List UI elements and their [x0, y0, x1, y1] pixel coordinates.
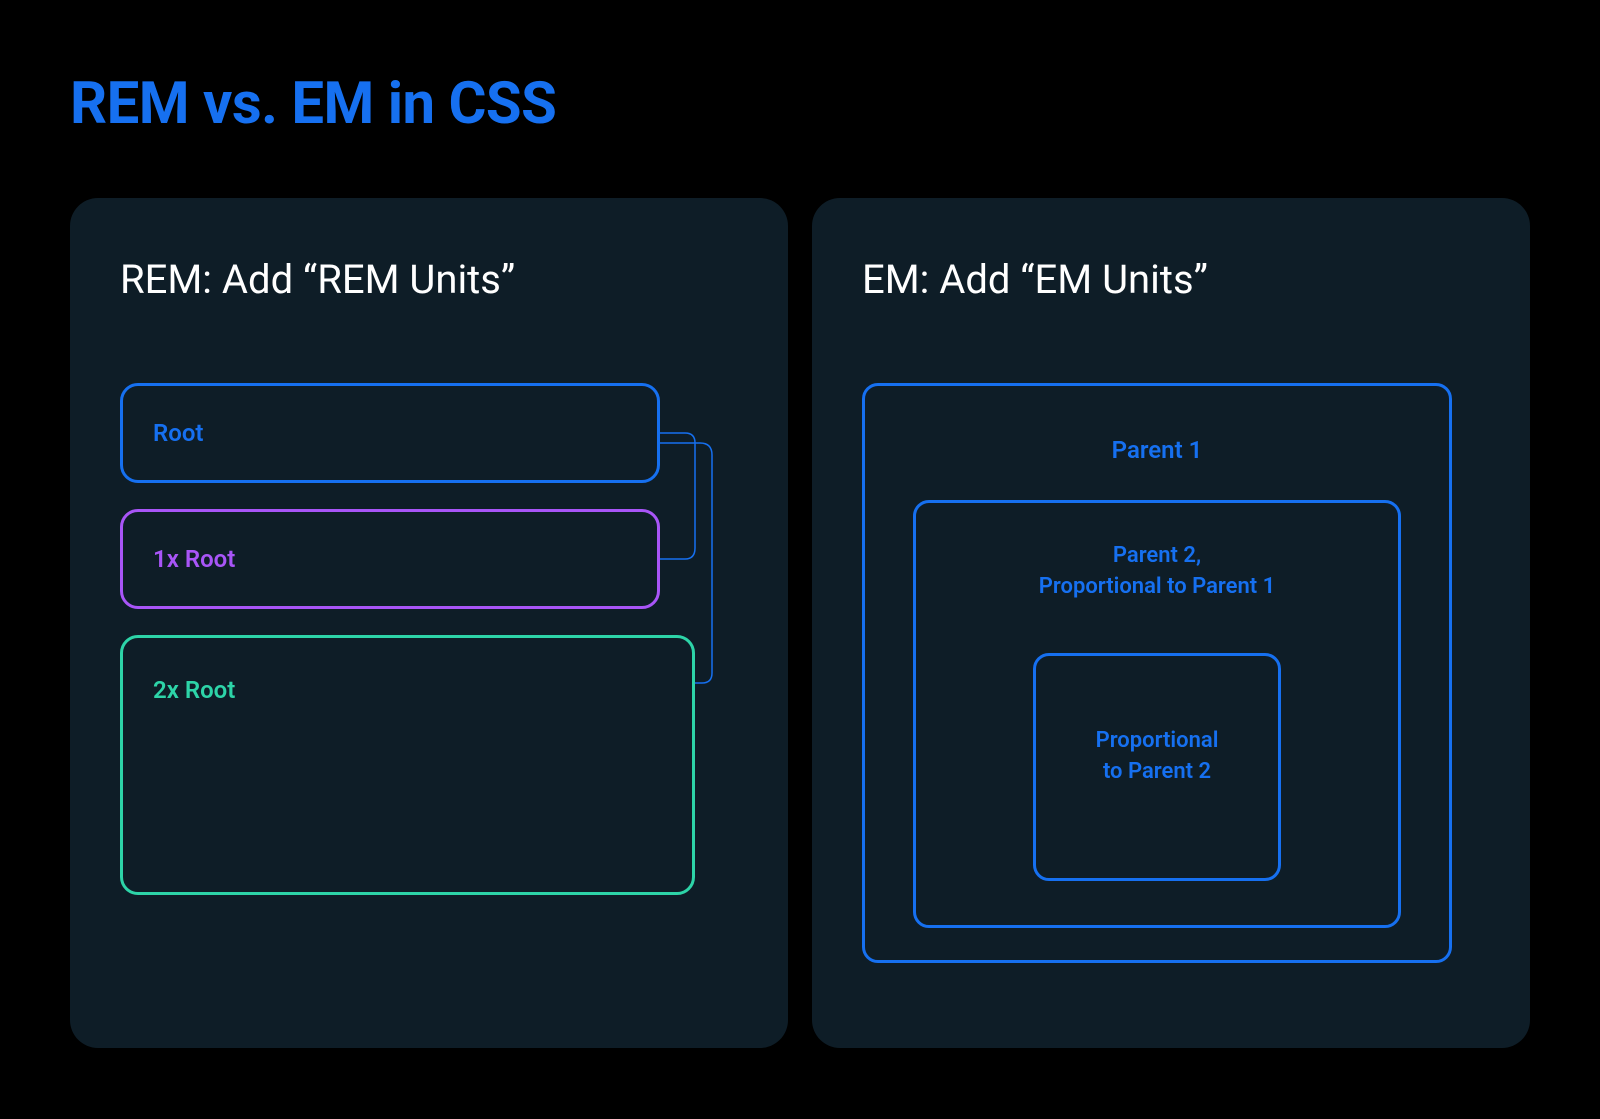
em-parent2-label-line1: Parent 2, [1113, 543, 1201, 568]
em-child-label-line2: to Parent 2 [1103, 759, 1211, 784]
rem-root-label: Root [153, 419, 203, 447]
em-parent1-label: Parent 1 [1112, 436, 1203, 464]
em-parent2-label-line2: Proportional to Parent 1 [1039, 574, 1275, 599]
rem-1x-box: 1x Root [120, 509, 660, 609]
panels-container: REM: Add “REM Units” Root 1x Root 2x Roo… [70, 198, 1530, 1048]
rem-panel: REM: Add “REM Units” Root 1x Root 2x Roo… [70, 198, 788, 1048]
rem-panel-title: REM: Add “REM Units” [120, 256, 738, 303]
rem-1x-label: 1x Root [153, 545, 235, 573]
em-panel-title: EM: Add “EM Units” [862, 256, 1480, 303]
rem-diagram: Root 1x Root 2x Root [120, 383, 738, 895]
rem-root-box: Root [120, 383, 660, 483]
em-diagram: Parent 1 Parent 2, Proportional to Paren… [862, 383, 1480, 403]
page-title: REM vs. EM in CSS [70, 70, 1530, 138]
rem-2x-box: 2x Root [120, 635, 695, 895]
rem-2x-label: 2x Root [153, 676, 235, 704]
em-panel: EM: Add “EM Units” Parent 1 Parent 2, Pr… [812, 198, 1530, 1048]
em-child-box: Proportional to Parent 2 [1033, 653, 1281, 881]
em-child-label-line1: Proportional [1096, 728, 1219, 753]
